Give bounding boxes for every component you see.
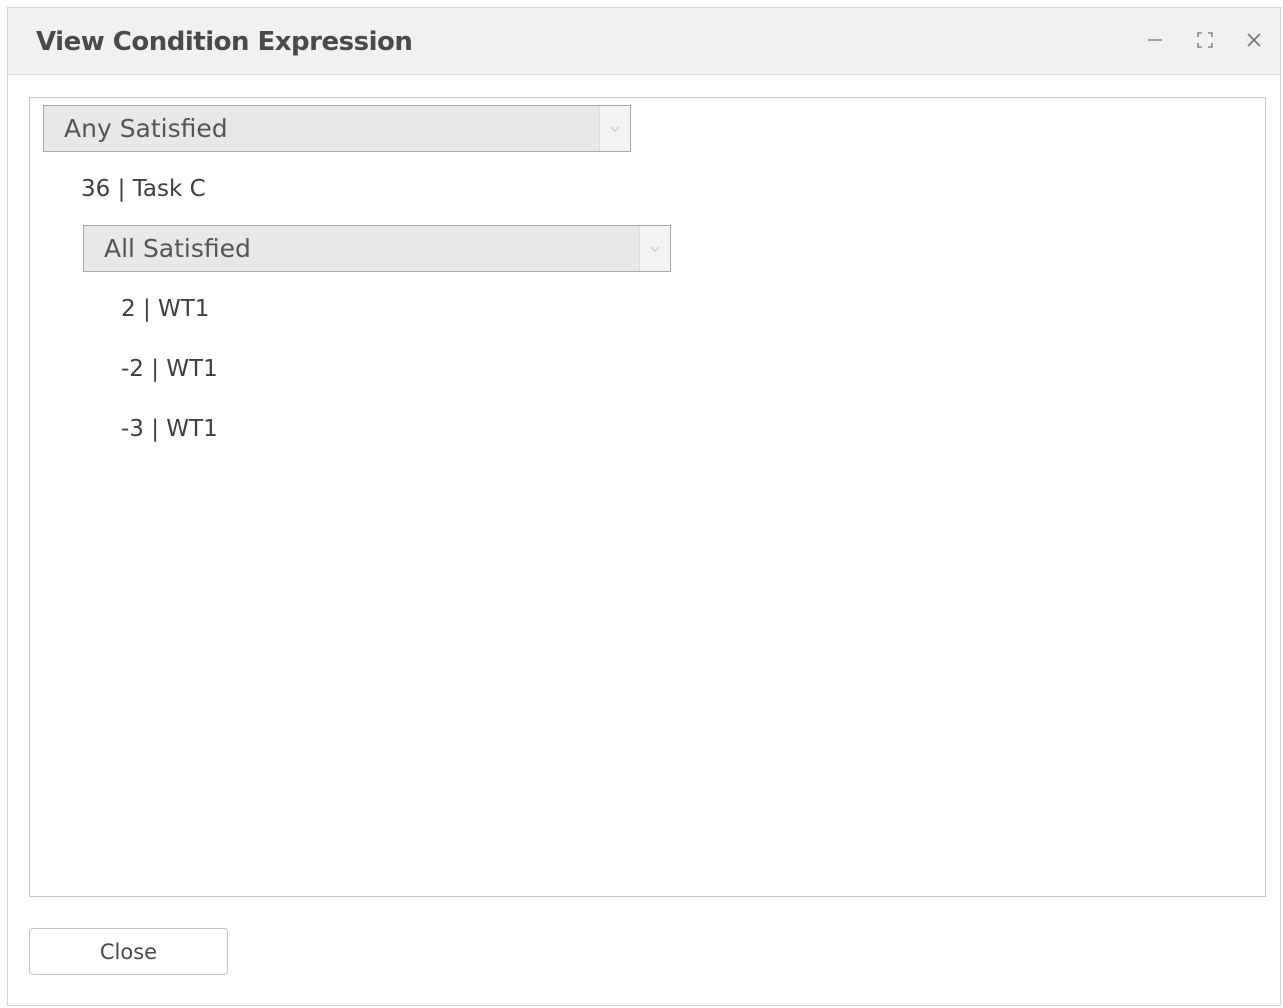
chevron-down-icon bbox=[599, 106, 630, 151]
maximize-button[interactable] bbox=[1193, 28, 1217, 52]
group-operator-value: All Satisfied bbox=[104, 234, 251, 263]
condition-item: -3 | WT1 bbox=[121, 416, 218, 442]
root-operator-select[interactable]: Any Satisfied bbox=[43, 105, 631, 152]
dialog-titlebar: View Condition Expression bbox=[8, 8, 1280, 75]
root-operator-value: Any Satisfied bbox=[64, 114, 228, 143]
close-button[interactable]: Close bbox=[29, 928, 228, 975]
close-window-button[interactable] bbox=[1242, 28, 1266, 52]
minimize-icon bbox=[1147, 32, 1163, 48]
group-operator-select[interactable]: All Satisfied bbox=[83, 225, 671, 272]
condition-item: -2 | WT1 bbox=[121, 356, 218, 382]
dialog-title: View Condition Expression bbox=[36, 27, 413, 57]
condition-expression-dialog: View Condition Expression Any Satisfied … bbox=[7, 7, 1281, 1006]
condition-item: 2 | WT1 bbox=[121, 296, 210, 322]
chevron-down-icon bbox=[639, 226, 670, 271]
maximize-icon bbox=[1196, 31, 1214, 49]
task-node-label: 36 | Task C bbox=[81, 176, 206, 202]
minimize-button[interactable] bbox=[1143, 28, 1167, 52]
close-icon bbox=[1246, 32, 1262, 48]
expression-tree-panel: Any Satisfied 36 | Task C All Satisfied … bbox=[29, 97, 1266, 897]
